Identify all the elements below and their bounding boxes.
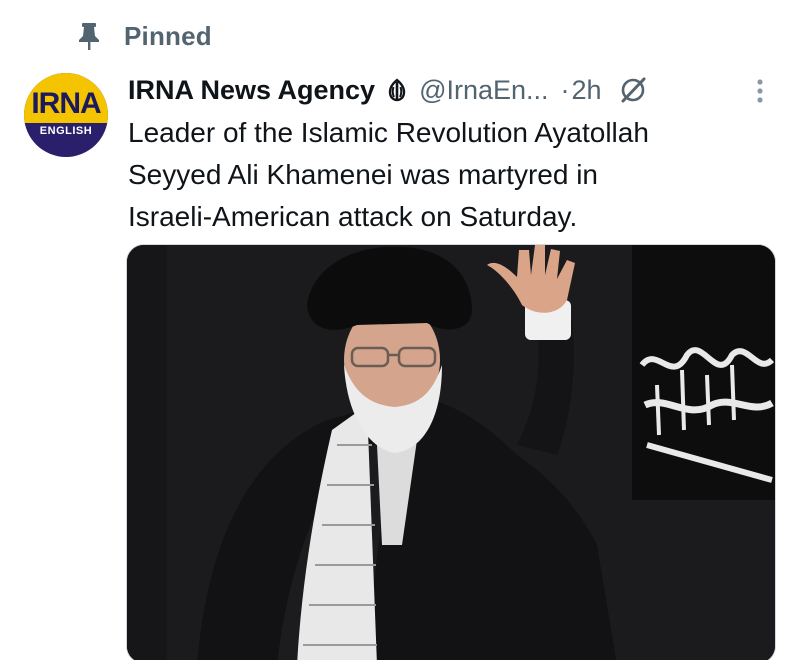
pin-icon xyxy=(79,23,99,50)
tweet-card[interactable]: Pinned IRNA ENGLISH IRNA News Agency @Ir… xyxy=(0,0,800,660)
avatar-sub-text: ENGLISH xyxy=(39,125,93,137)
avatar[interactable]: IRNA ENGLISH xyxy=(24,73,108,157)
post-time[interactable]: 2h xyxy=(572,75,602,106)
tweet-text-line: Israeli-American attack on Saturday. xyxy=(128,201,578,232)
pinned-indicator: Pinned xyxy=(76,18,212,54)
tweet-header: IRNA News Agency @IrnaEn... · 2h xyxy=(128,70,648,110)
more-options-icon[interactable] xyxy=(748,76,772,106)
tweet-photo[interactable] xyxy=(126,244,776,660)
tweet-text-line: Seyyed Ali Khamenei was martyred in xyxy=(128,159,598,190)
author-handle[interactable]: @IrnaEn... xyxy=(419,75,548,106)
tweet-text-line: Leader of the Islamic Revolution Ayatoll… xyxy=(128,117,649,148)
photo-illustration xyxy=(127,245,775,660)
meta-separator: · xyxy=(560,74,570,105)
grok-icon[interactable] xyxy=(618,75,648,105)
government-emblem-icon[interactable] xyxy=(383,76,411,104)
avatar-brand-text: IRNA xyxy=(31,87,101,120)
pinned-label: Pinned xyxy=(124,20,212,51)
tweet-text: Leader of the Islamic Revolution Ayatoll… xyxy=(128,112,768,238)
author-display-name[interactable]: IRNA News Agency xyxy=(128,75,375,106)
